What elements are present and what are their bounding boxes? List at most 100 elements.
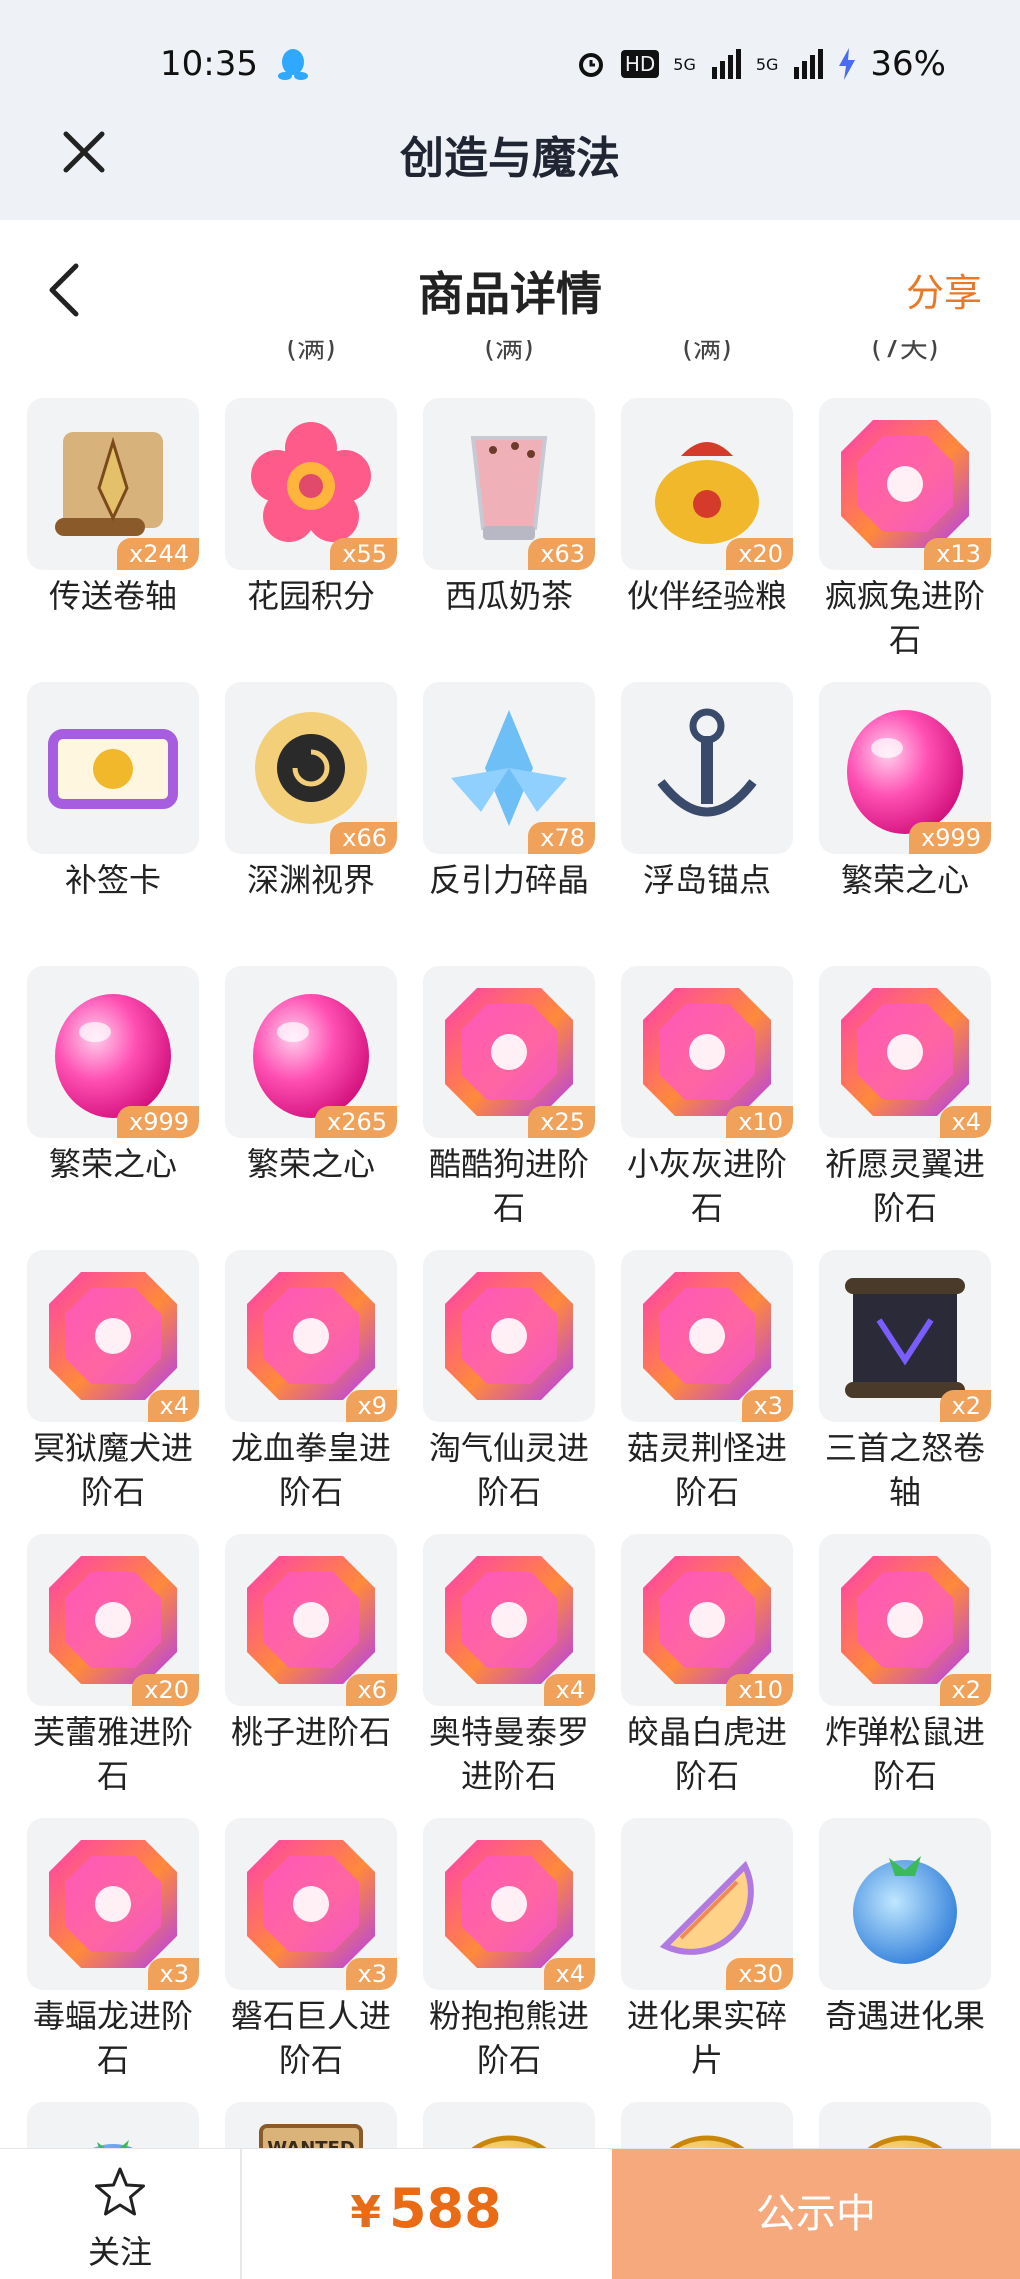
item-name: 龙血拳皇进阶石 bbox=[230, 1429, 391, 1511]
follow-button[interactable]: 关注 bbox=[0, 2149, 242, 2279]
svg-text:WANTED: WANTED bbox=[267, 2138, 355, 2148]
item-count: x4 bbox=[939, 1106, 991, 1138]
grid-item[interactable]: x6 桃子进阶石 bbox=[225, 1534, 397, 1818]
item-thumbnail: x25 bbox=[423, 966, 595, 1138]
app-title: 创造与魔法 bbox=[400, 133, 620, 184]
grid-item[interactable]: 补签卡 bbox=[27, 682, 199, 966]
item-count: x10 bbox=[726, 1674, 793, 1706]
item-count: x4 bbox=[543, 1958, 595, 1990]
grid-item[interactable]: x20 芙蕾雅进阶石 bbox=[27, 1534, 199, 1818]
grid-item[interactable]: x999 繁荣之心 bbox=[27, 966, 199, 1250]
share-button[interactable]: 分享 bbox=[906, 262, 982, 317]
grid-item[interactable]: 奇遇进化果 bbox=[819, 1818, 991, 2102]
item-thumbnail bbox=[423, 2102, 595, 2148]
item-thumbnail bbox=[621, 2102, 793, 2148]
grid-item[interactable]: 淘气仙灵进阶石 bbox=[423, 1250, 595, 1534]
item-name: 补签卡 bbox=[64, 861, 161, 899]
item-count: x265 bbox=[314, 1106, 397, 1138]
item-name: 繁荣之心 bbox=[840, 861, 969, 899]
page-nav: 商品详情 分享 bbox=[0, 220, 1020, 350]
item-count: x30 bbox=[726, 1958, 793, 1990]
item-name: 菇灵荆怪进阶石 bbox=[626, 1429, 787, 1511]
item-count: x244 bbox=[116, 538, 199, 570]
item-count: x2 bbox=[939, 1390, 991, 1422]
item-name: 奇遇进化果 bbox=[824, 1997, 985, 2035]
item-thumbnail: x2 bbox=[819, 1534, 991, 1706]
item-thumbnail: x63 bbox=[423, 398, 595, 570]
item-thumbnail: x78 bbox=[423, 682, 595, 854]
item-count: x13 bbox=[924, 538, 991, 570]
grid-item[interactable]: x63 西瓜奶茶 bbox=[423, 398, 595, 682]
grid-item[interactable]: x10 小灰灰进阶石 bbox=[621, 966, 793, 1250]
item-thumbnail: x999 bbox=[819, 682, 991, 854]
battery-percent: 36% bbox=[870, 44, 946, 84]
grid-item[interactable]: x4 冥狱魔犬进阶石 bbox=[27, 1250, 199, 1534]
grid-item[interactable]: x55 花园积分 bbox=[225, 398, 397, 682]
grid-item[interactable]: x13 疯疯兔进阶石 bbox=[819, 398, 991, 682]
grid-item[interactable]: x265 繁荣之心 bbox=[225, 966, 397, 1250]
item-name: 皎晶白虎进阶石 bbox=[626, 1713, 787, 1795]
item-count: x3 bbox=[345, 1958, 397, 1990]
status-bar: 10:35 HD 5G 5G 36% bbox=[0, 0, 1020, 110]
grid-item[interactable] bbox=[27, 2102, 199, 2148]
item-thumbnail: WANTED bbox=[225, 2102, 397, 2148]
cutoff-label: (满) bbox=[682, 340, 732, 364]
item-thumbnail: x10 bbox=[621, 1534, 793, 1706]
grid-item[interactable]: x66 深渊视界 bbox=[225, 682, 397, 966]
grid-item[interactable]: x10 皎晶白虎进阶石 bbox=[621, 1534, 793, 1818]
grid-item[interactable]: x25 酷酷狗进阶石 bbox=[423, 966, 595, 1250]
item-thumbnail: x4 bbox=[27, 1250, 199, 1422]
item-thumbnail: x3 bbox=[225, 1818, 397, 1990]
grid-item[interactable] bbox=[621, 2102, 793, 2148]
grid-item[interactable]: x244 传送卷轴 bbox=[27, 398, 199, 682]
qq-icon bbox=[278, 49, 308, 80]
item-thumbnail: x66 bbox=[225, 682, 397, 854]
grid-item[interactable]: x20 伙伴经验粮 bbox=[621, 398, 793, 682]
grid-item[interactable] bbox=[819, 2102, 991, 2148]
item-name: 花园积分 bbox=[246, 577, 375, 615]
item-grid-viewport[interactable]: (满) (满) (满) (7天) x244 传送卷轴 x55 花园积分 x63 … bbox=[0, 340, 1020, 2148]
grid-item[interactable] bbox=[423, 2102, 595, 2148]
item-name: 奥特曼泰罗进阶石 bbox=[428, 1713, 589, 1795]
grid-item[interactable]: x30 进化果实碎片 bbox=[621, 1818, 793, 2102]
grid-item[interactable]: x3 磐石巨人进阶石 bbox=[225, 1818, 397, 2102]
status-time: 10:35 bbox=[160, 44, 258, 84]
grid-item[interactable]: x3 菇灵荆怪进阶石 bbox=[621, 1250, 793, 1534]
gem-icon bbox=[445, 1272, 573, 1400]
price: ¥588 bbox=[240, 2177, 612, 2240]
grid-item[interactable]: x2 三首之怒卷轴 bbox=[819, 1250, 991, 1534]
currency-symbol: ¥ bbox=[350, 2187, 381, 2238]
item-thumbnail: x30 bbox=[621, 1818, 793, 1990]
item-name: 繁荣之心 bbox=[48, 1145, 177, 1183]
grid-item[interactable]: x4 粉抱抱熊进阶石 bbox=[423, 1818, 595, 2102]
item-name: 反引力碎晶 bbox=[428, 861, 589, 899]
item-count: x3 bbox=[741, 1390, 793, 1422]
item-count: x4 bbox=[543, 1674, 595, 1706]
grid-item[interactable]: x4 奥特曼泰罗进阶石 bbox=[423, 1534, 595, 1818]
grid-item[interactable]: x2 炸弹松鼠进阶石 bbox=[819, 1534, 991, 1818]
cutoff-label: (满) bbox=[484, 340, 534, 364]
grid-item[interactable]: x9 龙血拳皇进阶石 bbox=[225, 1250, 397, 1534]
item-count: x66 bbox=[330, 822, 397, 854]
item-count: x3 bbox=[147, 1958, 199, 1990]
item-thumbnail bbox=[423, 1250, 595, 1422]
item-thumbnail bbox=[819, 2102, 991, 2148]
item-name: 小灰灰进阶石 bbox=[626, 1145, 787, 1227]
grid-item[interactable]: x4 祈愿灵翼进阶石 bbox=[819, 966, 991, 1250]
grid-item[interactable]: x78 反引力碎晶 bbox=[423, 682, 595, 966]
item-name: 毒蝠龙进阶石 bbox=[32, 1997, 193, 2079]
grid-item[interactable]: x999 繁荣之心 bbox=[819, 682, 991, 966]
grid-item[interactable]: x3 毒蝠龙进阶石 bbox=[27, 1818, 199, 2102]
gold-coin-icon bbox=[471, 2135, 547, 2148]
status-button[interactable]: 公示中 bbox=[612, 2149, 1020, 2279]
signal-5g-label: 5G bbox=[673, 54, 696, 74]
grid-item[interactable]: 浮岛锚点 bbox=[621, 682, 793, 966]
signal-bars-icon-2 bbox=[794, 49, 824, 79]
item-thumbnail: x10 bbox=[621, 966, 793, 1138]
item-thumbnail: x3 bbox=[621, 1250, 793, 1422]
gold-coin-icon bbox=[867, 2135, 943, 2148]
item-thumbnail: x4 bbox=[819, 966, 991, 1138]
grid-item[interactable]: WANTED bbox=[225, 2102, 397, 2148]
price-value: 588 bbox=[388, 2177, 502, 2240]
item-thumbnail bbox=[27, 682, 199, 854]
